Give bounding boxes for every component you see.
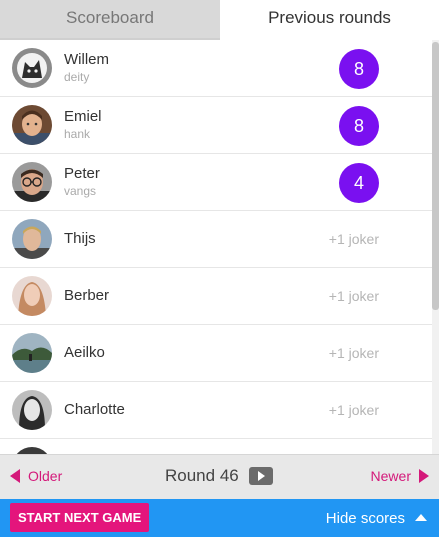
player-row: Charlotte +1 joker	[0, 382, 432, 439]
newer-button[interactable]: Newer	[371, 468, 429, 484]
player-row: Thijs +1 joker	[0, 211, 432, 268]
player-row: Peter vangs 4	[0, 154, 432, 211]
joker-label: +1 joker	[328, 288, 379, 304]
player-row	[0, 439, 432, 454]
person-avatar	[12, 447, 52, 454]
hide-scores-label: Hide scores	[325, 510, 405, 527]
player-name: Willem	[64, 51, 109, 68]
player-username: vangs	[64, 184, 97, 198]
footer-bar: START NEXT GAME Hide scores	[0, 499, 439, 537]
tab-bar: Scoreboard Previous rounds	[0, 0, 439, 40]
player-name: Emiel	[64, 108, 102, 125]
wolf-avatar	[12, 48, 52, 88]
person-avatar	[12, 219, 52, 259]
score-badge: 4	[339, 163, 379, 203]
player-name: Charlotte	[64, 401, 125, 418]
player-row: Berber +1 joker	[0, 268, 432, 325]
player-list: Willem deity 8 Emiel hank 8 Peter vangs …	[0, 40, 432, 454]
joker-label: +1 joker	[328, 345, 379, 361]
landscape-avatar	[12, 333, 52, 373]
player-row: Willem deity 8	[0, 40, 432, 97]
score-badge: 8	[339, 49, 379, 89]
play-icon[interactable]	[249, 467, 273, 485]
tab-scoreboard[interactable]: Scoreboard	[0, 0, 220, 40]
round-navigation: Older Round 46 Newer	[0, 454, 439, 499]
round-label: Round 46	[165, 466, 239, 485]
start-next-game-button[interactable]: START NEXT GAME	[10, 503, 150, 532]
score-badge: 8	[339, 106, 379, 146]
arrow-left-icon	[10, 469, 20, 483]
player-row: Aeilko +1 joker	[0, 325, 432, 382]
player-row: Emiel hank 8	[0, 97, 432, 154]
tab-previous-rounds[interactable]: Previous rounds	[220, 0, 439, 40]
person-avatar	[12, 105, 52, 145]
joker-label: +1 joker	[328, 231, 379, 247]
scrollbar[interactable]	[432, 40, 439, 454]
newer-label: Newer	[370, 468, 411, 484]
player-username: deity	[64, 70, 90, 84]
joker-label: +1 joker	[328, 402, 379, 418]
player-name: Berber	[64, 287, 110, 304]
person-avatar	[12, 276, 52, 316]
player-name: Aeilko	[64, 344, 105, 361]
hide-scores-button[interactable]: Hide scores	[326, 510, 427, 527]
arrow-right-icon	[419, 469, 429, 483]
older-button[interactable]: Older	[10, 468, 62, 484]
person-avatar	[12, 390, 52, 430]
player-name: Thijs	[64, 230, 96, 247]
older-label: Older	[28, 468, 63, 484]
player-username: hank	[64, 127, 91, 141]
person-glasses-avatar	[12, 162, 52, 202]
chevron-up-icon	[415, 514, 427, 521]
player-name: Peter	[64, 165, 100, 182]
scrollbar-thumb[interactable]	[432, 42, 439, 310]
